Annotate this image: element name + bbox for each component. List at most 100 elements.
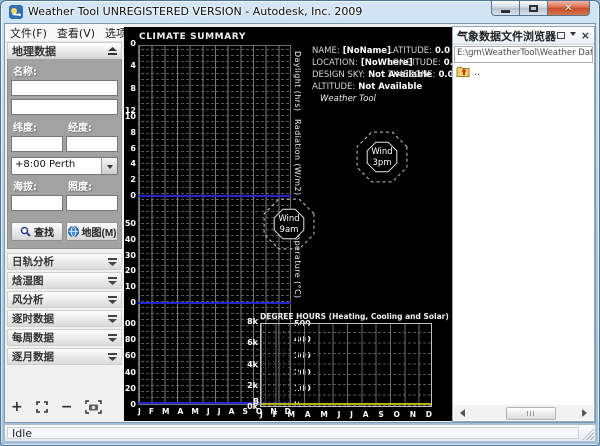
find-button[interactable]: 查找 bbox=[11, 222, 63, 241]
axis-tick: 100 bbox=[124, 320, 136, 329]
parent-folder-item[interactable]: .. bbox=[453, 63, 594, 81]
info-latitude: LATITUDE:0.0 bbox=[388, 46, 450, 56]
minimize-icon bbox=[501, 10, 510, 13]
view-toolbar: + − bbox=[11, 397, 102, 417]
zoom-in-button[interactable]: + bbox=[11, 400, 23, 414]
globe-icon bbox=[68, 226, 79, 237]
expand-bar bbox=[108, 353, 117, 355]
expand-icon bbox=[108, 258, 117, 266]
bracket-corners bbox=[37, 402, 47, 412]
search-icon bbox=[20, 226, 31, 237]
section-sun-path[interactable]: 日轨分析 bbox=[7, 253, 122, 270]
menu-view[interactable]: 查看(V) bbox=[52, 24, 100, 42]
illuminance-label: 照度: bbox=[66, 177, 118, 195]
name-input-2[interactable] bbox=[11, 99, 118, 115]
expand-bar bbox=[108, 258, 117, 260]
timezone-field-value: 0.0 hrs bbox=[439, 70, 452, 80]
degree-hours-plot bbox=[260, 323, 432, 407]
wind-marker-time: 9am bbox=[280, 225, 299, 235]
client-area: 文件(F) 查看(V) 选项(O) 地理数据 名称: 纬度 bbox=[4, 23, 596, 423]
design-sky-field-label: DESIGN SKY: bbox=[312, 70, 365, 80]
section-psychrometric[interactable]: 焓湿图 bbox=[7, 272, 122, 289]
month-tick: J bbox=[350, 410, 353, 419]
axis-tick: 0 bbox=[130, 299, 136, 308]
map-button-label: 地图(M) bbox=[82, 224, 117, 239]
axis-tick: 80 bbox=[125, 336, 136, 345]
file-browser-controls: × bbox=[557, 30, 590, 41]
menu-file[interactable]: 文件(F) bbox=[5, 24, 52, 42]
timezone-value: +8:00 Perth bbox=[12, 158, 101, 174]
expand-icon bbox=[108, 296, 117, 304]
file-browser-title: 气象数据文件浏览器 bbox=[457, 28, 556, 44]
month-tick: N bbox=[410, 410, 416, 419]
geo-data-header[interactable]: 地理数据 bbox=[7, 42, 122, 59]
expand-bar bbox=[108, 296, 117, 298]
wind-9am-marker[interactable]: Wind 9am bbox=[259, 191, 319, 257]
axis-tick: 2k bbox=[247, 382, 258, 391]
axis-tick: 40 bbox=[125, 369, 136, 378]
timezone-dropdown[interactable]: +8:00 Perth bbox=[11, 157, 118, 175]
timezone-field-label: TIMEZONE: bbox=[388, 70, 436, 80]
month-tick: M bbox=[191, 407, 198, 416]
expand-triangle bbox=[108, 300, 117, 304]
expand-triangle bbox=[108, 281, 117, 285]
expand-icon bbox=[108, 334, 117, 342]
altitude-input[interactable] bbox=[11, 195, 63, 211]
axis-tick: 40 bbox=[125, 236, 136, 245]
name-field-value: [NoName] bbox=[343, 46, 391, 56]
axis-tick: 30 bbox=[125, 252, 136, 261]
scrollbar-thumb[interactable] bbox=[506, 407, 556, 420]
wind-3pm-marker[interactable]: Wind 3pm bbox=[352, 124, 412, 190]
latitude-input[interactable] bbox=[11, 136, 63, 152]
scroll-left-button[interactable] bbox=[454, 406, 469, 419]
climate-summary-canvas[interactable]: CLIMATE SUMMARY 04812 1086420 5040302010… bbox=[124, 27, 452, 421]
month-tick: O bbox=[394, 410, 400, 419]
scrollbar-track[interactable] bbox=[469, 406, 578, 419]
resize-grip[interactable] bbox=[582, 428, 594, 440]
section-monthly-data[interactable]: 逐月数据 bbox=[7, 348, 122, 365]
expand-bar bbox=[108, 277, 117, 279]
expand-triangle bbox=[108, 357, 117, 361]
weather-data-path-input[interactable]: E:\gm\WeatherTool\Weather Data bbox=[454, 46, 593, 63]
zoom-extents-icon[interactable] bbox=[36, 401, 48, 413]
restore-button[interactable] bbox=[520, 1, 547, 16]
radiation-axis-label: Radiation (W/m2) bbox=[293, 119, 302, 196]
geo-data-header-label: 地理数据 bbox=[12, 43, 56, 59]
latitude-label: 纬度: bbox=[11, 118, 63, 136]
section-wind[interactable]: 风分析 bbox=[7, 291, 122, 308]
map-button[interactable]: 地图(M) bbox=[66, 222, 118, 241]
status-text: Idle bbox=[7, 427, 579, 439]
app-window: Weather Tool UNREGISTERED VERSION - Auto… bbox=[0, 0, 600, 446]
daylight-axis-ticks: 04812 bbox=[124, 40, 136, 116]
horizontal-scrollbar[interactable] bbox=[454, 405, 593, 420]
camera-lens bbox=[92, 406, 96, 410]
close-button[interactable]: ✕ bbox=[547, 1, 590, 16]
name-field-label: NAME: bbox=[312, 46, 340, 56]
longitude-input[interactable] bbox=[66, 136, 118, 152]
float-panel-icon[interactable] bbox=[557, 32, 565, 39]
axis-tick: 8 bbox=[130, 129, 136, 138]
scroll-right-button[interactable] bbox=[578, 406, 593, 419]
section-weekly-data[interactable]: 每周数据 bbox=[7, 329, 122, 346]
panel-close-icon[interactable]: × bbox=[581, 30, 590, 41]
canvas-title: CLIMATE SUMMARY bbox=[139, 32, 246, 42]
chevron-down-icon bbox=[107, 165, 113, 172]
zoom-out-button[interactable]: − bbox=[61, 400, 73, 414]
illuminance-input[interactable] bbox=[66, 195, 118, 211]
section-hourly-data[interactable]: 逐时数据 bbox=[7, 310, 122, 327]
latitude-field-value: 0.0 bbox=[435, 46, 450, 56]
file-browser-title-bar[interactable]: 气象数据文件浏览器 × bbox=[453, 27, 594, 45]
timezone-dropdown-button[interactable] bbox=[101, 158, 117, 174]
weather-file-browser-panel: 气象数据文件浏览器 × E:\gm\WeatherTool\Weather Da… bbox=[452, 26, 595, 422]
name-input-1[interactable] bbox=[11, 80, 118, 96]
title-bar[interactable]: Weather Tool UNREGISTERED VERSION - Auto… bbox=[1, 1, 599, 23]
minimize-button[interactable] bbox=[491, 1, 520, 16]
month-tick: F bbox=[149, 407, 154, 416]
altitude-field-value: Not Available bbox=[358, 82, 422, 92]
search-handle bbox=[27, 233, 30, 236]
section-weekly-data-label: 每周数据 bbox=[12, 330, 54, 345]
month-tick: M bbox=[287, 410, 294, 419]
panel-menu-icon[interactable] bbox=[570, 32, 576, 39]
axis-tick: 0 bbox=[130, 192, 136, 201]
snapshot-camera-icon[interactable] bbox=[85, 400, 102, 414]
